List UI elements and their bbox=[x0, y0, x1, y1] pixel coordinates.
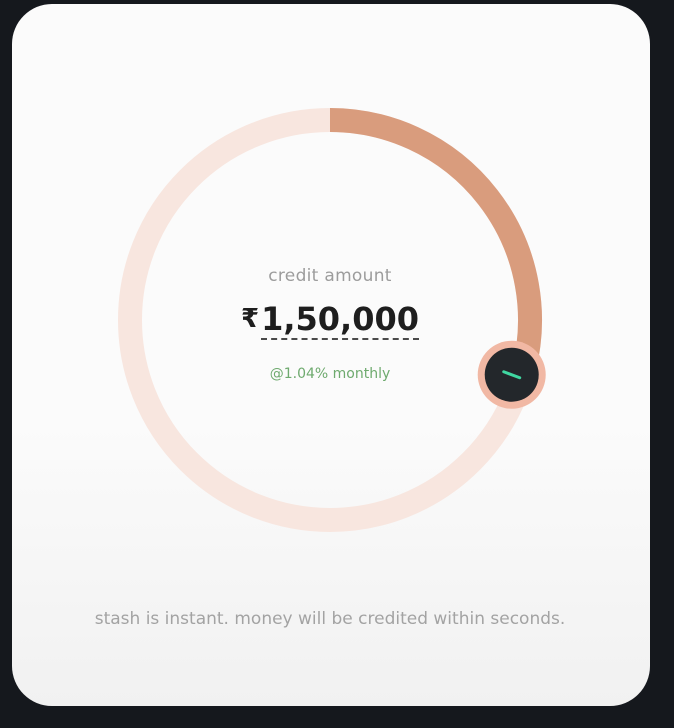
rupee-icon: ₹ bbox=[241, 304, 260, 334]
credit-amount-label: credit amount bbox=[268, 266, 392, 286]
credit-amount-value[interactable]: 1,50,000 bbox=[261, 300, 419, 340]
credit-amount-display[interactable]: ₹1,50,000 bbox=[190, 300, 470, 340]
credit-card-panel bbox=[12, 4, 650, 706]
dial-knob-handle[interactable] bbox=[477, 340, 546, 409]
interest-rate-text: @1.04% monthly bbox=[269, 366, 391, 382]
instant-credit-message: stash is instant. money will be credited… bbox=[94, 609, 566, 629]
